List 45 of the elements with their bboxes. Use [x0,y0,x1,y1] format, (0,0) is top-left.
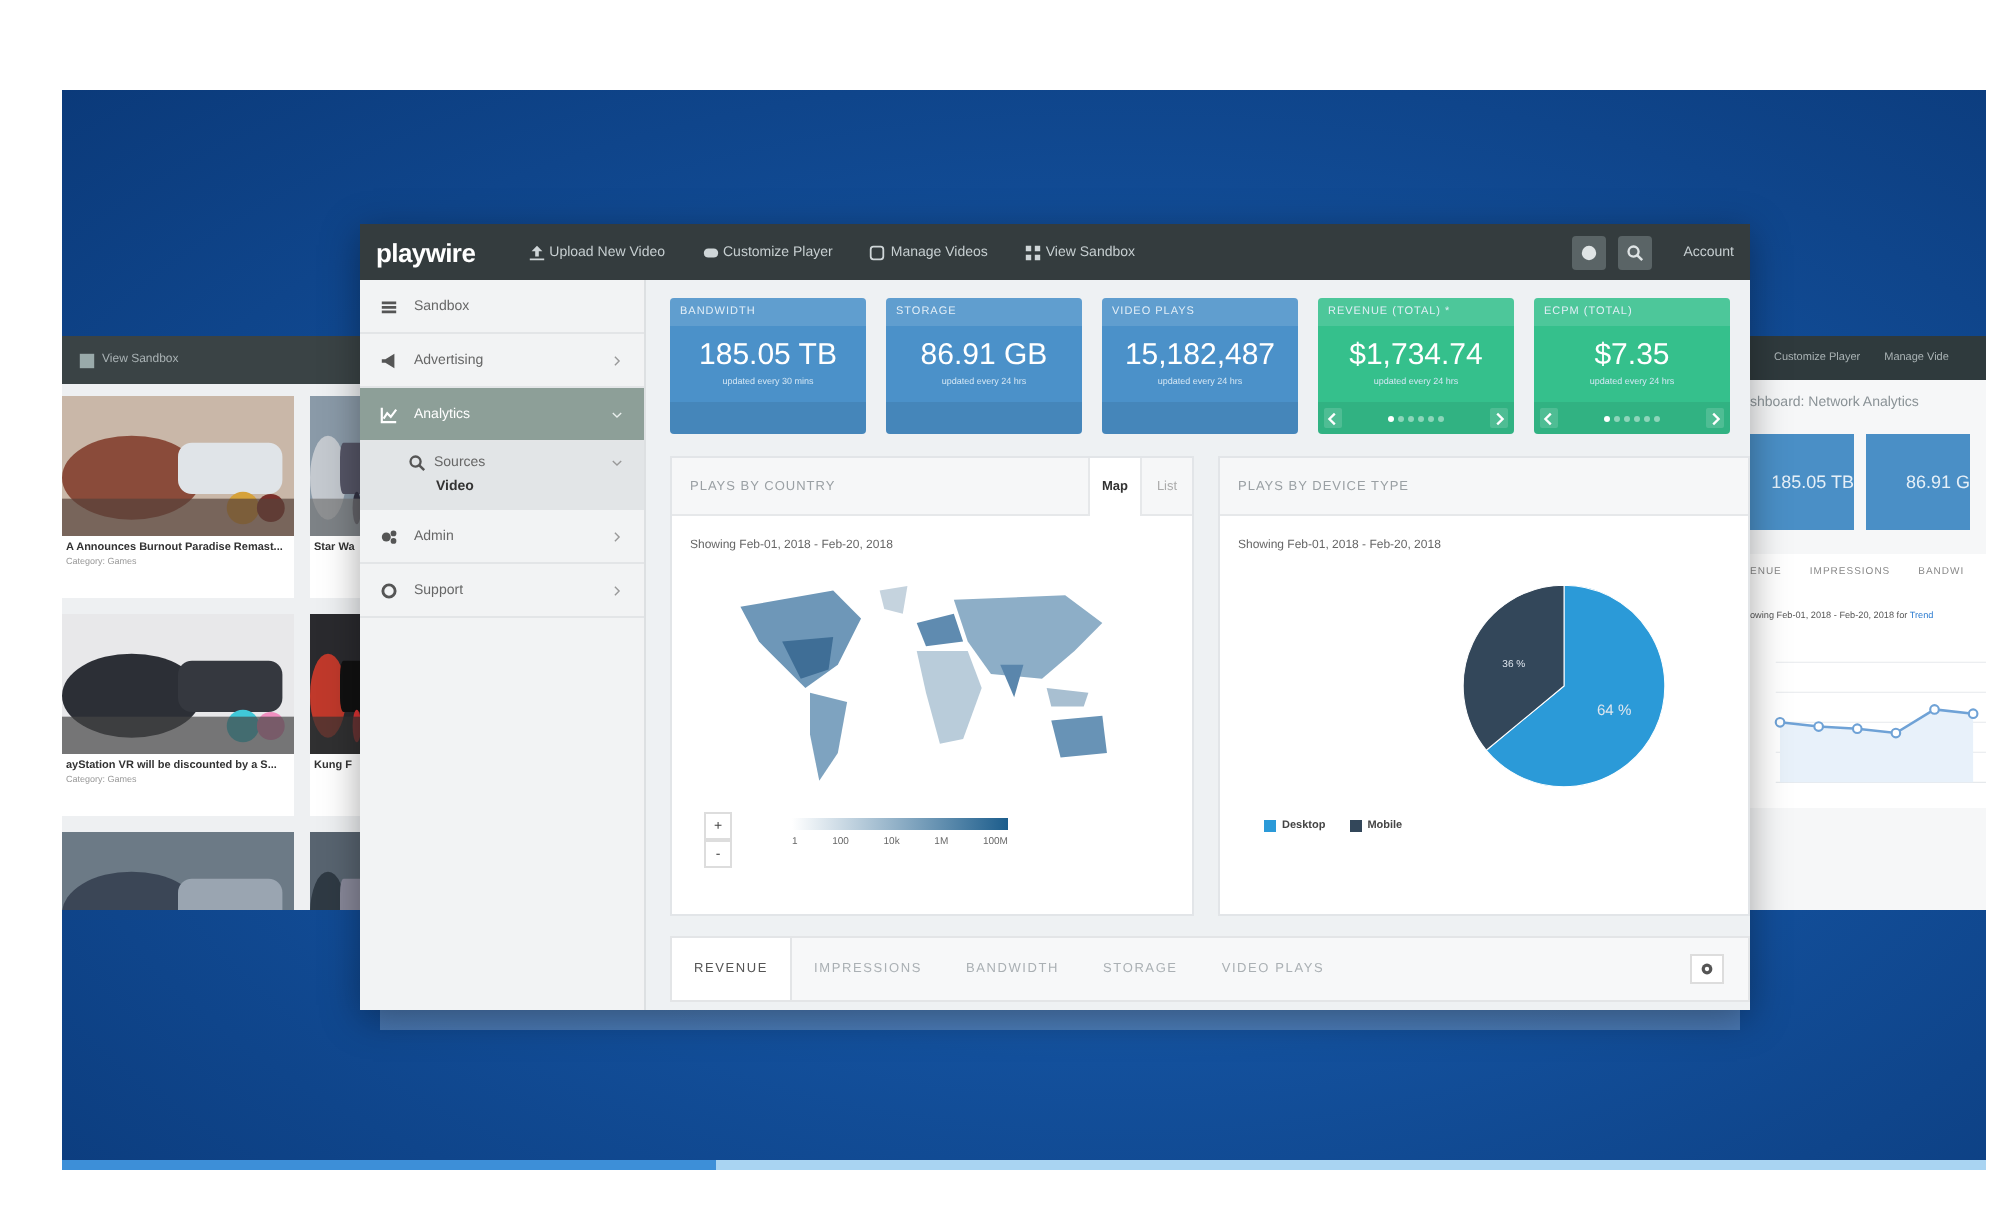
carousel-dot[interactable] [1398,415,1404,421]
grid-icon [1023,243,1042,261]
video-progress-track[interactable] [62,1160,1986,1170]
list-icon [380,297,398,315]
settings-icon [1698,960,1716,978]
carousel-dot[interactable] [1624,415,1630,421]
stat-value: 185.05 TB [697,338,839,372]
chevron-right-icon [1490,409,1508,427]
chevron-left-icon [1540,409,1558,427]
carousel-dot[interactable] [1418,415,1424,421]
carousel-dot[interactable] [1654,415,1660,421]
grid-icon [78,351,96,369]
globe-button[interactable] [1571,235,1606,269]
stat-card: 185.05 TB [1750,434,1854,530]
chevron-left-icon [1324,409,1342,427]
globe-icon [1579,243,1598,261]
carousel-dot[interactable] [1388,415,1394,421]
carousel-dot[interactable] [1408,415,1414,421]
cogs-icon [380,527,398,545]
stat-card: 86.91 G [1866,434,1970,530]
chevron-right-icon [1706,409,1724,427]
carousel-dot[interactable] [1614,415,1620,421]
search-icon [408,454,426,472]
settings-button[interactable] [1690,954,1724,984]
next-button[interactable] [1490,408,1508,428]
stat-value: 86.91 GB [918,338,1050,372]
chart-icon [380,405,398,423]
carousel-dot[interactable] [1428,415,1434,421]
previous-button[interactable] [1324,408,1342,428]
megaphone-icon [380,351,398,369]
next-button[interactable] [1706,408,1724,428]
carousel-dot[interactable] [1634,415,1640,421]
carousel-dot[interactable] [1604,415,1610,421]
stat-value: $7.35 [1592,338,1672,372]
upload-icon [527,243,546,261]
previous-button[interactable] [1540,408,1558,428]
stat-value: $1,734.74 [1347,338,1485,372]
slice-label: 64 % [1596,700,1632,719]
carousel-dot[interactable] [1438,415,1444,421]
brand-logo[interactable]: playwire [376,237,476,267]
toggle-icon [701,243,719,261]
search-button[interactable] [1617,235,1652,269]
carousel-dot[interactable] [1644,415,1650,421]
search-icon [1625,243,1644,261]
stat-value: 15,182,487 [1122,338,1278,372]
